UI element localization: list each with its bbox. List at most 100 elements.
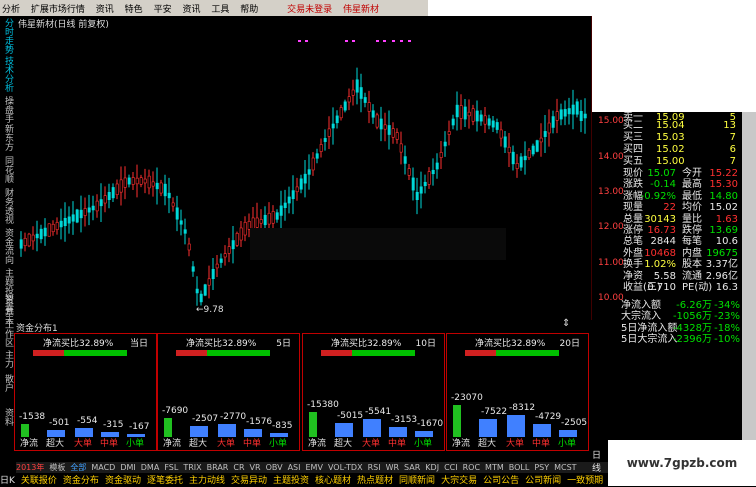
candle-body (583, 113, 587, 119)
tab-zhuli[interactable]: 主力 (2, 350, 14, 368)
capital-panel-5day[interactable]: 净流买比32.89% 5日 -7690 净流 -2507 超大 -2770 大单 -1576 中单… (157, 333, 300, 451)
tab-xindongfang[interactable]: 新东方 (2, 124, 14, 151)
stat-value: 10.6 (715, 236, 738, 248)
tab-gongzuo[interactable]: 工作区 (2, 320, 14, 347)
function-tab[interactable]: 一致预期 (567, 476, 603, 486)
function-tab[interactable]: 日K (0, 476, 15, 486)
candle-body (311, 157, 315, 171)
menu-item[interactable]: 特色 (125, 2, 143, 15)
menu-item[interactable]: 分析 (2, 2, 20, 15)
indicator-tab[interactable]: PSY (534, 463, 549, 472)
flow-value: -2396万 (672, 334, 712, 346)
category-label: 大单 (217, 439, 236, 449)
tab-zijin[interactable]: 资金流向 (2, 228, 14, 264)
stat-value: 19675 (706, 247, 738, 259)
function-tab[interactable]: 关联报价 (21, 476, 57, 486)
order-book-row: 买四 15.02 6 (623, 144, 736, 155)
panel-title: 净流买比32.89% (43, 339, 114, 349)
indicator-tab[interactable]: MACD (91, 463, 115, 472)
capital-panel-10day[interactable]: 净流买比32.89% 10日 -15380 净流 -5015 超大 -5541 大单 -3153… (302, 333, 445, 451)
stat-value: 30143 (644, 213, 676, 225)
tab-ziliao[interactable]: 资料 (2, 408, 14, 426)
function-tab[interactable]: 主力动线 (189, 476, 225, 486)
indicator-tab[interactable]: RSI (368, 463, 381, 472)
function-tab[interactable]: 公司公告 (483, 476, 519, 486)
panel-period: 5日 (276, 339, 291, 349)
candle-body (443, 141, 447, 147)
function-tab[interactable]: 主题投资 (273, 476, 309, 486)
quote-stat-row: 涨幅 -0.92% 最低 14.80 (618, 191, 742, 203)
indicator-tab[interactable]: 模板 (49, 463, 65, 472)
indicator-tab[interactable]: ASI (288, 463, 301, 472)
candle-body (303, 173, 307, 184)
capital-panel-day[interactable]: 净流买比32.89% 当日 -1538 净流 -501 超大 -554 大单 -315 中单 -16… (14, 333, 157, 451)
menu-item[interactable]: 帮助 (240, 2, 258, 15)
stat-value: 1.63 (715, 213, 738, 225)
tab-caopan[interactable]: 操盘手 (2, 96, 14, 123)
category-label: 中单 (388, 439, 407, 449)
login-status[interactable]: 交易未登录 (287, 2, 332, 15)
indicator-tab[interactable]: BRAR (207, 463, 229, 472)
function-tab[interactable]: 核心题材 (315, 476, 351, 486)
function-tab[interactable]: 热点题材 (357, 476, 393, 486)
function-tab[interactable]: 大宗交易 (441, 476, 477, 486)
indicator-tab[interactable]: 2013年 (16, 463, 44, 472)
menu-item[interactable]: 扩展市场行情 (31, 2, 85, 15)
indicator-tab[interactable]: TRIX (183, 463, 201, 472)
candle-body (263, 214, 267, 226)
candle-body (299, 178, 303, 190)
candle-body (271, 211, 275, 224)
menu-bar: 分析 扩展市场行情 资讯 特色 平安 资讯 工具 帮助 交易未登录 伟星新材 (0, 0, 428, 16)
candle-body (487, 118, 491, 126)
indicator-tab[interactable]: DMA (141, 463, 160, 472)
indicator-tab[interactable]: FSL (164, 463, 178, 472)
candle-body (175, 207, 179, 220)
candle-body (19, 239, 23, 249)
candle-body (91, 205, 95, 211)
indicator-tab[interactable]: CR (233, 463, 244, 472)
candle-body (27, 233, 31, 247)
menu-item[interactable]: 资讯 (96, 2, 114, 15)
indicator-tab[interactable]: VOL-TDX (328, 463, 363, 472)
indicator-tab[interactable]: WR (386, 463, 399, 472)
tab-caiwu[interactable]: 财务透视 (2, 188, 14, 224)
stat-value: 2.96亿 (705, 270, 738, 282)
candle-body (431, 169, 435, 175)
category-label: 小单 (126, 439, 145, 449)
tab-sanhu[interactable]: 散户 (2, 374, 14, 392)
stat-value: 15.22 (709, 168, 738, 179)
indicator-tab[interactable]: SAR (404, 463, 420, 472)
function-tab[interactable]: 资金驱动 (105, 476, 141, 486)
indicator-tab[interactable]: VR (250, 463, 261, 472)
menu-item[interactable]: 资讯 (182, 2, 200, 15)
side-scrollbar[interactable] (742, 112, 756, 470)
flow-percent: -34% (714, 300, 740, 311)
indicator-tab[interactable]: KDJ (425, 463, 439, 472)
capital-panel-20day[interactable]: 净流买比32.89% 20日 -23070 净流 -7522 超大 -8312 大单 -4729… (446, 333, 589, 451)
resize-handle-icon[interactable]: ⇕ (562, 318, 570, 329)
candle-body (403, 156, 407, 164)
indicator-tab[interactable]: ROC (463, 463, 480, 472)
indicator-tab[interactable]: OBV (266, 463, 283, 472)
function-tab[interactable]: 同顺新闻 (399, 476, 435, 486)
function-tab[interactable]: 交易异动 (231, 476, 267, 486)
function-tab[interactable]: 资金分布 (63, 476, 99, 486)
menu-item[interactable]: 平安 (154, 2, 172, 15)
candle-body (147, 175, 151, 189)
tab-tonghuashun[interactable]: 同花顺 (2, 156, 14, 183)
indicator-tab[interactable]: MCST (554, 463, 576, 472)
indicator-tab[interactable]: CCI (444, 463, 458, 472)
function-tab[interactable]: 逐笔委托 (147, 476, 183, 486)
indicator-tab[interactable]: EMV (306, 463, 323, 472)
candlestick-chart[interactable]: ←9.78 (16, 16, 592, 320)
menu-item[interactable]: 工具 (211, 2, 229, 15)
indicator-tab[interactable]: 全部 (70, 463, 86, 472)
indicator-tab[interactable]: MTM (485, 463, 504, 472)
tab-fenshi[interactable]: 分时走势 (2, 18, 14, 54)
indicator-tab[interactable]: DMI (120, 463, 135, 472)
function-tab[interactable]: 公司新闻 (525, 476, 561, 486)
stat-value: 10468 (644, 247, 676, 259)
panel-period: 20日 (559, 339, 580, 349)
indicator-tab[interactable]: BOLL (509, 463, 530, 472)
tab-jishu[interactable]: 技术分析 (2, 56, 14, 92)
